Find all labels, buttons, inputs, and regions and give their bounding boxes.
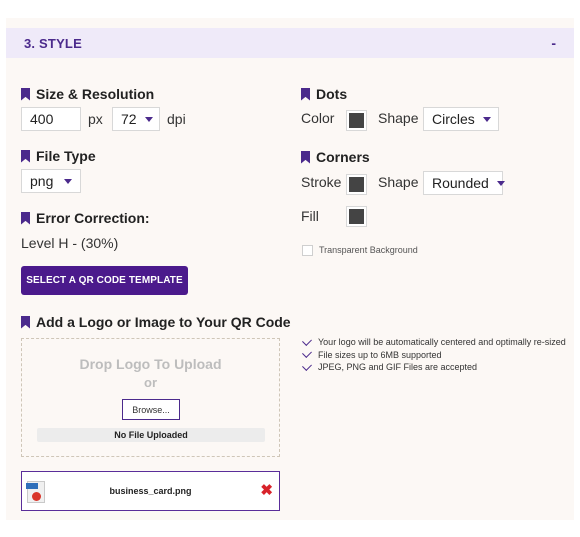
file-type-select[interactable]: png <box>21 169 81 193</box>
dots-shape-label: Shape <box>378 110 419 126</box>
corners-stroke-label: Stroke <box>301 174 342 190</box>
transparent-background-checkbox[interactable] <box>302 245 313 256</box>
corners-fill-label: Fill <box>301 208 319 224</box>
dots-heading: Dots <box>301 86 347 102</box>
checkmark-icon <box>302 348 312 359</box>
feature-text: JPEG, PNG and GIF Files are accepted <box>318 362 478 373</box>
logo-dropzone[interactable]: Drop Logo To Upload or Browse... No File… <box>21 338 280 457</box>
size-resolution-heading-text: Size & Resolution <box>36 86 155 102</box>
corners-stroke-fill <box>349 177 364 192</box>
list-item: JPEG, PNG and GIF Files are accepted <box>301 360 571 374</box>
dpi-select[interactable]: 72 <box>112 107 160 131</box>
remove-file-icon[interactable]: ✖ <box>260 482 273 500</box>
file-status: No File Uploaded <box>37 428 265 442</box>
checkmark-icon <box>302 360 312 371</box>
section-title: 3. STYLE <box>24 36 82 51</box>
file-type-select-value: png <box>30 173 54 189</box>
style-panel: 3. STYLE - Size & Resolution 400 px 72 d… <box>6 18 574 520</box>
dots-shape-select[interactable]: Circles <box>423 107 499 131</box>
list-item: Your logo will be automatically centered… <box>301 335 571 349</box>
feature-list: Your logo will be automatically centered… <box>301 335 571 374</box>
bookmark-icon <box>301 150 310 164</box>
dots-color-label: Color <box>301 110 335 126</box>
size-resolution-heading: Size & Resolution <box>21 86 154 102</box>
section-header[interactable]: 3. STYLE - <box>6 28 574 58</box>
logo-heading: Add a Logo or Image to Your QR Code <box>21 314 291 330</box>
feature-text: Your logo will be automatically centered… <box>318 337 566 348</box>
bookmark-icon <box>21 211 30 225</box>
dots-color-fill <box>349 113 364 128</box>
bookmark-icon <box>21 149 30 163</box>
corners-shape-label: Shape <box>378 174 419 190</box>
dots-shape-select-value: Circles <box>432 111 475 127</box>
drop-title: Drop Logo To Upload <box>79 356 222 372</box>
corners-fill-color <box>349 209 364 224</box>
error-correction-heading-text: Error Correction: <box>36 210 150 226</box>
error-correction-value[interactable]: Level H - (30%) <box>21 235 118 251</box>
uploaded-file-name: business_card.png <box>109 486 192 496</box>
chevron-down-icon <box>64 178 72 184</box>
dots-color-swatch[interactable] <box>346 110 367 131</box>
bookmark-icon <box>21 315 30 329</box>
list-item: File sizes up to 6MB supported <box>301 348 571 362</box>
dots-heading-text: Dots <box>316 86 348 102</box>
corners-fill-swatch[interactable] <box>346 206 367 227</box>
logo-heading-text: Add a Logo or Image to Your QR Code <box>36 314 291 330</box>
corners-heading-text: Corners <box>316 149 370 165</box>
bookmark-icon <box>301 87 310 101</box>
dpi-unit-label: dpi <box>167 111 186 127</box>
dpi-select-value: 72 <box>121 111 137 127</box>
chevron-down-icon <box>144 116 153 122</box>
transparent-background-label[interactable]: Transparent Background <box>319 245 418 255</box>
chevron-down-icon <box>482 116 491 122</box>
feature-text: File sizes up to 6MB supported <box>318 349 442 360</box>
browse-button[interactable]: Browse... <box>122 399 180 420</box>
bookmark-icon <box>21 87 30 101</box>
select-template-button[interactable]: SELECT A QR CODE TEMPLATE <box>21 266 188 295</box>
checkmark-icon <box>302 335 312 346</box>
corners-stroke-swatch[interactable] <box>346 174 367 195</box>
corners-shape-select-value: Rounded <box>432 175 489 191</box>
size-unit-label: px <box>88 111 103 127</box>
file-type-heading-text: File Type <box>36 148 96 164</box>
error-correction-heading: Error Correction: <box>21 210 150 226</box>
chevron-down-icon <box>496 180 505 186</box>
corners-heading: Corners <box>301 149 370 165</box>
size-input[interactable]: 400 <box>21 107 81 131</box>
corners-shape-select[interactable]: Rounded <box>423 171 505 195</box>
file-type-heading: File Type <box>21 148 96 164</box>
drop-or: or <box>144 375 157 390</box>
uploaded-file-card: business_card.png ✖ <box>21 471 280 511</box>
collapse-toggle[interactable]: - <box>551 35 556 51</box>
